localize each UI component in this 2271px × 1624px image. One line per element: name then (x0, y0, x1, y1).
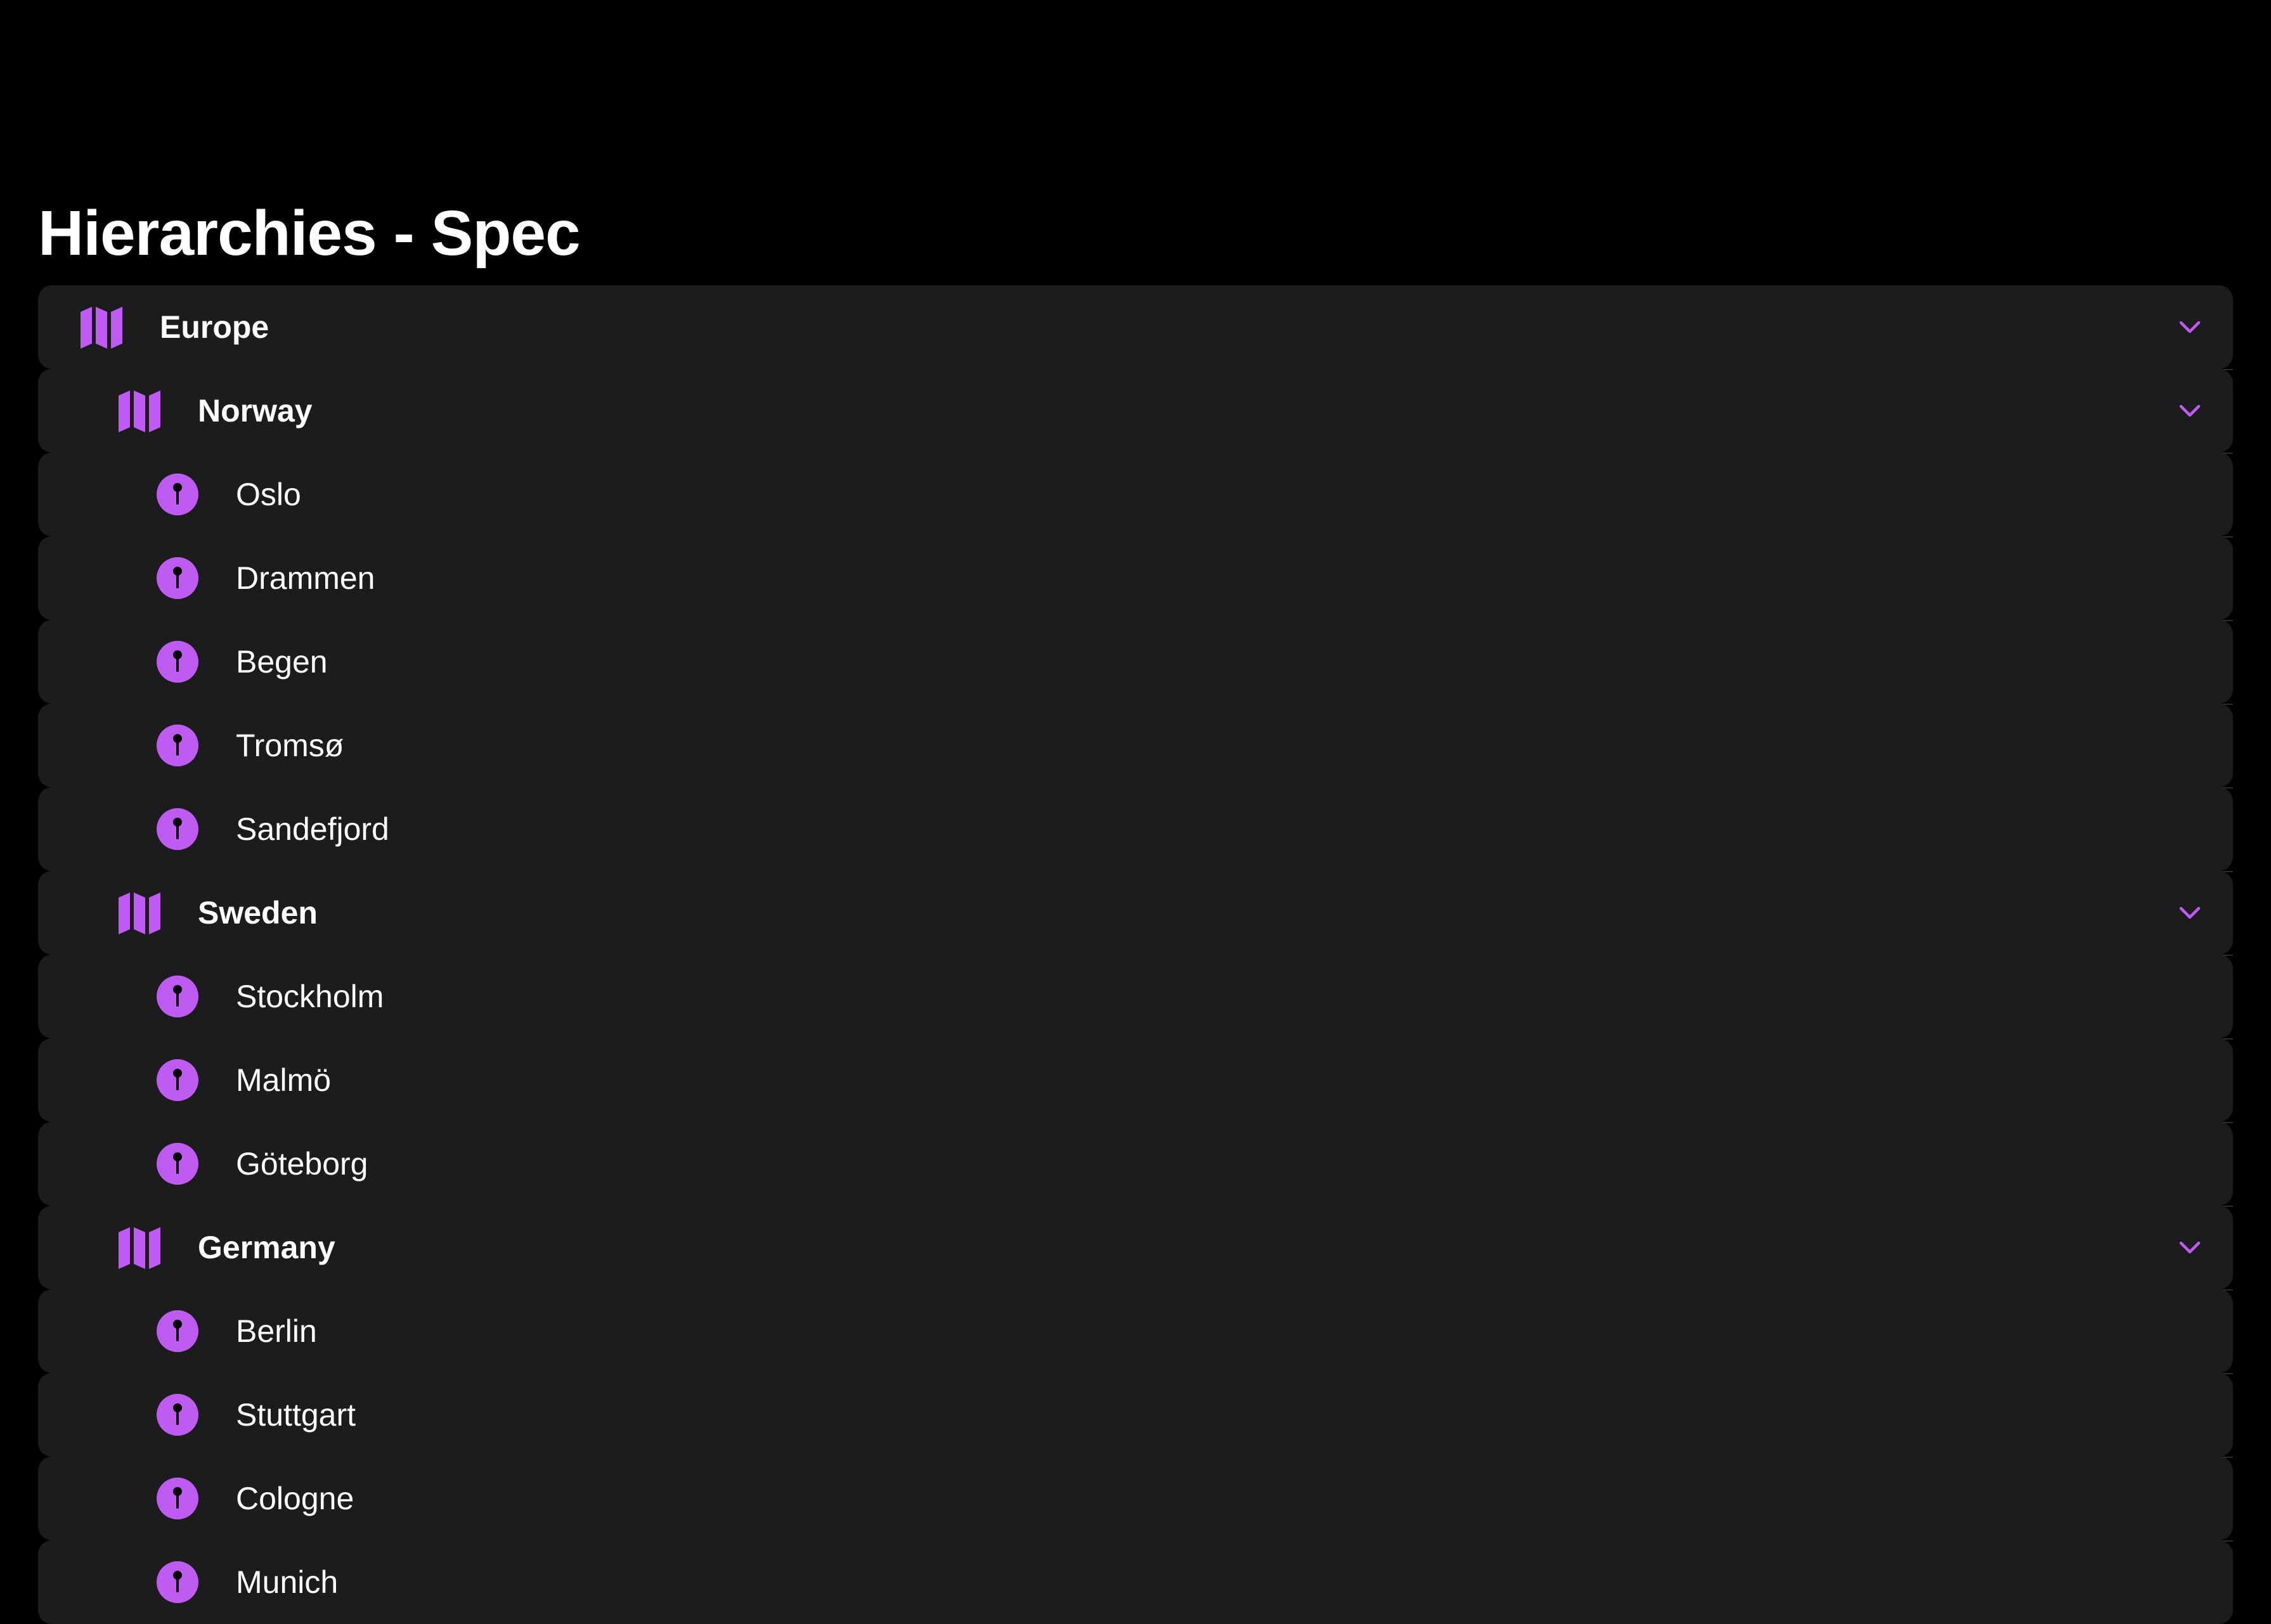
mappin-icon (155, 1476, 200, 1521)
tree-row-label: Tromsø (236, 728, 344, 763)
tree-row-sweden[interactable]: Sweden (38, 871, 2233, 956)
tree-row-label: Drammen (236, 560, 375, 596)
mappin-icon (155, 1392, 200, 1438)
chevron-down-icon[interactable] (2177, 900, 2203, 925)
mappin-icon (155, 1559, 200, 1605)
chevron-down-icon[interactable] (2177, 398, 2203, 423)
mappin-icon (155, 472, 200, 517)
tree-row-label: Stockholm (236, 979, 384, 1014)
tree-row-cologne[interactable]: Cologne (38, 1457, 2233, 1542)
tree-row-label: Göteborg (236, 1146, 368, 1182)
tree-row-stuttgart[interactable]: Stuttgart (38, 1373, 2233, 1458)
tree-row-label: Sandefjord (236, 811, 389, 847)
tree-row-label: Oslo (236, 477, 301, 512)
tree-row-berlin[interactable]: Berlin (38, 1289, 2233, 1374)
tree-row-label: Begen (236, 644, 328, 680)
mappin-icon (155, 639, 200, 685)
tree-row-label: Stuttgart (236, 1397, 356, 1433)
map-icon (117, 388, 162, 434)
chevron-down-icon[interactable] (2177, 1235, 2203, 1260)
tree-row-sandefjord[interactable]: Sandefjord (38, 787, 2233, 872)
tree-row-oslo[interactable]: Oslo (38, 453, 2233, 538)
tree-row-label: Berlin (236, 1313, 317, 1349)
tree-row-munich[interactable]: Munich (38, 1540, 2233, 1624)
mappin-icon (155, 974, 200, 1019)
tree-row-label: Norway (198, 393, 313, 429)
tree-row-label: Sweden (198, 895, 318, 931)
mappin-icon (155, 1308, 200, 1354)
mappin-icon (155, 723, 200, 768)
tree-row-europe[interactable]: Europe (38, 285, 2233, 370)
map-icon (79, 304, 124, 350)
tree-row-begen[interactable]: Begen (38, 620, 2233, 705)
tree-row-stockholm[interactable]: Stockholm (38, 955, 2233, 1040)
mappin-icon (155, 1057, 200, 1103)
map-icon (117, 1225, 162, 1270)
tree-row-malmo[interactable]: Malmö (38, 1038, 2233, 1123)
chevron-down-icon[interactable] (2177, 314, 2203, 340)
tree-row-label: Munich (236, 1564, 339, 1600)
tree-row-tromso[interactable]: Tromsø (38, 704, 2233, 789)
tree-row-norway[interactable]: Norway (38, 369, 2233, 454)
tree-row-germany[interactable]: Germany (38, 1206, 2233, 1291)
mappin-icon (155, 1141, 200, 1187)
tree-row-label: Malmö (236, 1062, 332, 1098)
map-icon (117, 890, 162, 936)
tree-row-drammen[interactable]: Drammen (38, 536, 2233, 621)
hierarchy-list: Europe Norway Oslo Drammen Begen Tromsø … (38, 285, 2233, 1624)
tree-row-label: Europe (160, 309, 269, 345)
mappin-icon (155, 555, 200, 601)
tree-row-label: Cologne (236, 1481, 354, 1516)
tree-row-label: Germany (198, 1230, 335, 1265)
page-title: Hierarchies - Spec (38, 198, 581, 269)
mappin-icon (155, 806, 200, 852)
tree-row-goteborg[interactable]: Göteborg (38, 1122, 2233, 1207)
